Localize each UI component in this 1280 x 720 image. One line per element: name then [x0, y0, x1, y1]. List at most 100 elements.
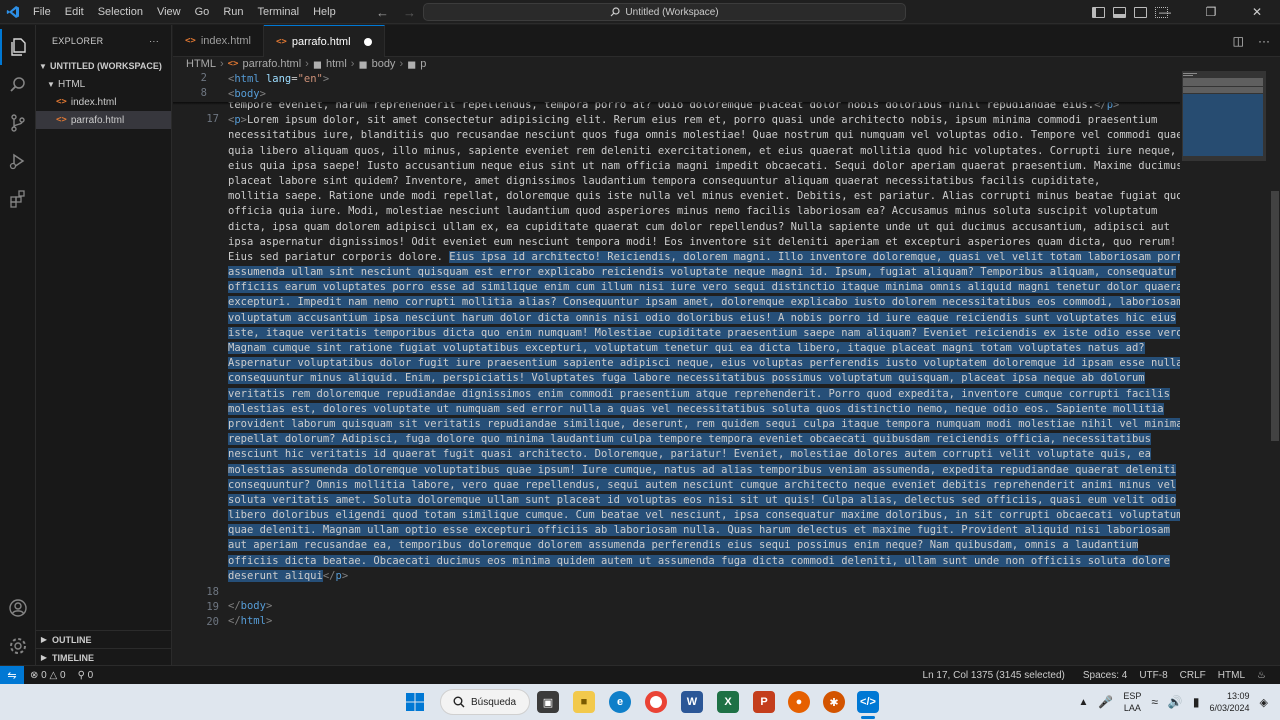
- menu-selection[interactable]: Selection: [91, 0, 150, 24]
- status-right: Ln 17, Col 1375 (3145 selected) Spaces: …: [917, 666, 1272, 685]
- tab-index-html[interactable]: <> index.html: [173, 25, 264, 57]
- line-number: 20: [206, 616, 219, 628]
- unsaved-dot-icon[interactable]: [363, 37, 372, 46]
- indentation[interactable]: Spaces: 4: [1077, 670, 1133, 681]
- timeline-label: TIMELINE: [52, 652, 94, 663]
- code-line-p-open: <p>Lorem ipsum dolor, sit amet consectet…: [228, 114, 1158, 127]
- code-line: placeat labore sint quidem? Inventore, a…: [228, 174, 1101, 187]
- sticky-line-2[interactable]: 2 <html lang="en">: [173, 72, 1180, 87]
- menu-help[interactable]: Help: [306, 0, 343, 24]
- wifi-icon[interactable]: ≈: [1151, 695, 1158, 709]
- chevron-up-icon[interactable]: ▲: [1078, 697, 1088, 708]
- chevron-right-icon: ›: [305, 58, 309, 70]
- task-view-icon[interactable]: ▣: [537, 691, 559, 713]
- menu-edit[interactable]: Edit: [58, 0, 91, 24]
- timeline-section[interactable]: ▶ TIMELINE: [36, 648, 172, 666]
- vscode-taskbar-icon[interactable]: </>: [857, 691, 879, 713]
- explorer-icon[interactable]: [0, 29, 36, 65]
- code-editor[interactable]: 2 <html lang="en"> 8 <body> 17 18 19 20 …: [173, 71, 1180, 665]
- breadcrumb-body[interactable]: body: [372, 58, 396, 70]
- breadcrumb-folder[interactable]: HTML: [186, 58, 216, 70]
- battery-icon[interactable]: ▮: [1193, 695, 1200, 709]
- code-line: dicta, ipsa quam dolorem adipisci ullam …: [228, 220, 1170, 233]
- file-explorer-icon[interactable]: ■: [573, 691, 595, 713]
- workspace-label: UNTITLED (WORKSPACE): [50, 61, 162, 71]
- code-line-selected: excepturi. Impedit nam nemo corrupti mol…: [228, 295, 1180, 310]
- forward-arrow-icon[interactable]: →: [403, 5, 416, 20]
- minimize-icon[interactable]: —: [1142, 5, 1188, 19]
- code-line: officia quia iure. Modi, molestiae nesci…: [228, 205, 1158, 218]
- maximize-icon[interactable]: ❐: [1188, 5, 1234, 19]
- minimap[interactable]: [1180, 71, 1266, 665]
- menu-file[interactable]: File: [26, 0, 58, 24]
- sticky-line-8[interactable]: 8 <body>: [173, 87, 1180, 102]
- system-tray: ▲ 🎤 ESP LAA ≈ 🔊 ▮ 13:09 6/03/2024 ◈: [1078, 684, 1268, 720]
- toggle-primary-sidebar-icon[interactable]: [1092, 6, 1105, 18]
- breadcrumb-html[interactable]: html: [326, 58, 347, 70]
- code-line-selected: veritatis rem doloremque repudiandae dig…: [228, 387, 1178, 402]
- line-endings[interactable]: CRLF: [1174, 670, 1212, 681]
- settings-gear-icon[interactable]: [0, 628, 36, 664]
- powerpoint-icon[interactable]: P: [753, 691, 775, 713]
- search-icon[interactable]: [0, 67, 36, 103]
- scrollbar-thumb[interactable]: [1271, 191, 1279, 441]
- menu-go[interactable]: Go: [188, 0, 217, 24]
- source-control-icon[interactable]: [0, 105, 36, 141]
- remote-indicator-icon[interactable]: ⇋: [0, 665, 24, 685]
- word-icon[interactable]: W: [681, 691, 703, 713]
- vertical-scrollbar[interactable]: [1270, 71, 1280, 665]
- extensions-icon[interactable]: [0, 181, 36, 217]
- run-debug-icon[interactable]: [0, 143, 36, 179]
- selected-text: excepturi. Impedit nam nemo corrupti mol…: [228, 296, 1180, 309]
- more-actions-icon[interactable]: ···: [149, 36, 159, 46]
- breadcrumb: HTML › <> parrafo.html › ◼ html › ◼ body…: [173, 57, 1280, 71]
- code-line: necessitatibus iure, blanditiis quo recu…: [228, 129, 1180, 142]
- split-editor-icon[interactable]: ◫: [1233, 34, 1244, 48]
- breadcrumb-file[interactable]: parrafo.html: [242, 58, 301, 70]
- tab-parrafo-html[interactable]: <> parrafo.html: [263, 25, 385, 57]
- file-parrafo-html[interactable]: <> parrafo.html: [36, 111, 171, 129]
- selected-text: soluta veritatis amet. Soluta doloremque…: [228, 493, 1177, 506]
- command-center[interactable]: Untitled (Workspace): [423, 3, 906, 21]
- outline-label: OUTLINE: [52, 634, 92, 645]
- problems-indicator[interactable]: ⊗ 0 △ 0: [24, 670, 72, 681]
- app-icon[interactable]: ✱: [823, 691, 845, 713]
- title-bar: File Edit Selection View Go Run Terminal…: [0, 0, 1280, 24]
- file-index-html[interactable]: <> index.html: [36, 93, 171, 111]
- clock[interactable]: 13:09 6/03/2024: [1209, 690, 1249, 714]
- back-arrow-icon[interactable]: ←: [376, 5, 389, 20]
- language-mode[interactable]: HTML: [1212, 670, 1251, 681]
- taskbar-search[interactable]: Búsqueda: [440, 689, 530, 715]
- selected-text: molestias assumenda doloremque voluptati…: [228, 463, 1177, 476]
- code-line-selected: consequuntur minus aliquid. Enim, perspi…: [228, 371, 1178, 386]
- language-indicator[interactable]: ESP LAA: [1123, 690, 1141, 714]
- selected-text: Aspernatur voluptatibus dolor fugit iure…: [228, 357, 1180, 370]
- notifications-icon[interactable]: ◈: [1260, 696, 1268, 709]
- line-number: 19: [206, 601, 219, 613]
- close-icon[interactable]: ✕: [1234, 5, 1280, 19]
- cursor-position[interactable]: Ln 17, Col 1375 (3145 selected): [917, 670, 1071, 681]
- toggle-panel-icon[interactable]: [1113, 6, 1126, 18]
- microphone-icon[interactable]: 🎤: [1098, 695, 1113, 709]
- edge-browser-icon[interactable]: e: [609, 691, 631, 713]
- encoding[interactable]: UTF-8: [1133, 670, 1173, 681]
- menu-view[interactable]: View: [150, 0, 188, 24]
- account-icon[interactable]: [0, 590, 36, 626]
- chevron-right-icon: ›: [219, 58, 224, 70]
- notifications-bell-icon[interactable]: ♨: [1251, 670, 1272, 681]
- menu-terminal[interactable]: Terminal: [251, 0, 307, 24]
- volume-icon[interactable]: 🔊: [1168, 695, 1183, 709]
- workspace-root[interactable]: ▼ UNTITLED (WORKSPACE): [36, 57, 171, 75]
- windows-start-icon[interactable]: [404, 691, 426, 713]
- ports-indicator[interactable]: ⚲ 0: [72, 670, 100, 681]
- more-actions-icon[interactable]: ···: [1258, 34, 1270, 48]
- editor-actions: ◫ ···: [1233, 25, 1270, 57]
- chrome-browser-icon[interactable]: [645, 691, 667, 713]
- folder-html[interactable]: ▼ HTML: [36, 75, 171, 93]
- outline-section[interactable]: ▶ OUTLINE: [36, 630, 172, 648]
- excel-icon[interactable]: X: [717, 691, 739, 713]
- menu-run[interactable]: Run: [216, 0, 250, 24]
- firefox-icon[interactable]: ●: [788, 691, 810, 713]
- breadcrumb-p[interactable]: p: [420, 58, 426, 70]
